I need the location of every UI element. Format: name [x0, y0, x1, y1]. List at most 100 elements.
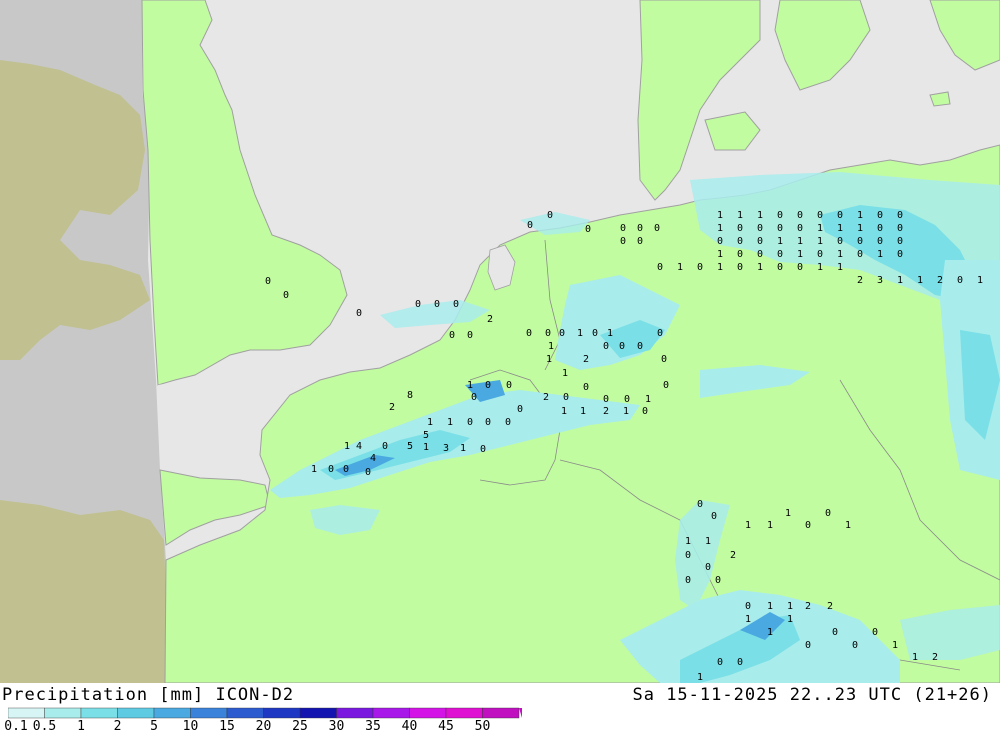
precip-value: 1: [423, 442, 429, 453]
precip-value: 1: [745, 614, 751, 625]
precip-value: 0: [583, 382, 589, 393]
precip-value: 0: [711, 511, 717, 522]
precip-value: 0: [685, 575, 691, 586]
precip-value: 0: [737, 249, 743, 260]
map-footer: Precipitation [mm] ICON-D2 Sa 15-11-2025…: [0, 683, 1000, 734]
precip-value: 1: [787, 601, 793, 612]
precip-value: 1: [757, 210, 763, 221]
precip-value: 0: [620, 223, 626, 234]
precip-value: 0: [877, 210, 883, 221]
precip-value: 0: [592, 328, 598, 339]
precip-value: 1: [717, 210, 723, 221]
precip-value: 1: [777, 236, 783, 247]
map-title: Precipitation [mm] ICON-D2: [2, 685, 295, 705]
precip-value: 1: [797, 249, 803, 260]
precip-value: 1: [311, 464, 317, 475]
color-legend-labels: 0.1 0.5 1 2 5 10 15 20 25 30 35 40 45 50: [0, 719, 520, 734]
precip-value: 0: [797, 210, 803, 221]
precip-value: 0: [832, 627, 838, 638]
precip-value: 5: [407, 441, 413, 452]
map-timestamp: Sa 15-11-2025 22..23 UTC (21+26): [632, 685, 992, 705]
precip-value: 1: [857, 210, 863, 221]
legend-swatch: [336, 707, 374, 719]
precip-value: 0: [745, 601, 751, 612]
precip-value: 3: [443, 443, 449, 454]
precip-value: 0: [480, 444, 486, 455]
precip-value: 1: [344, 441, 350, 452]
precip-value: 1: [546, 354, 552, 365]
precip-value: 1: [817, 262, 823, 273]
precip-value: 0: [697, 262, 703, 273]
precip-value: 0: [343, 464, 349, 475]
land-bornholm: [929, 91, 951, 107]
legend-swatch: [263, 707, 301, 719]
precip-value: 0: [757, 236, 763, 247]
precip-value: 0: [657, 328, 663, 339]
precip-value: 0: [797, 262, 803, 273]
legend-swatch: [190, 707, 228, 719]
precip-value: 0: [837, 236, 843, 247]
legend-swatch: [80, 707, 118, 719]
legend-label: 45: [438, 719, 454, 734]
precip-value: 0: [777, 262, 783, 273]
precip-value: 0: [737, 236, 743, 247]
precip-value: 2: [857, 275, 863, 286]
precip-value: 1: [917, 275, 923, 286]
precip-value: 0: [663, 380, 669, 391]
precipitation-map: 0000000200000001002004001400151531011000…: [0, 0, 1000, 684]
precip-value: 0: [505, 417, 511, 428]
precip-value: 0: [817, 249, 823, 260]
legend-swatch: [8, 707, 45, 719]
precip-value: 1: [447, 417, 453, 428]
precip-value: 0: [365, 467, 371, 478]
precip-value: 2: [583, 354, 589, 365]
precip-value: 2: [932, 652, 938, 663]
legend-swatch: [153, 707, 191, 719]
precip-value: 2: [389, 402, 395, 413]
precip-value: 2: [730, 550, 736, 561]
precip-value: 0: [661, 354, 667, 365]
precip-value: 1: [577, 328, 583, 339]
precip-value: 4: [356, 441, 362, 452]
precip-value: 0: [837, 210, 843, 221]
precip-value: 0: [637, 236, 643, 247]
precip-value: 0: [637, 341, 643, 352]
precip-value: 1: [717, 249, 723, 260]
precip-value: 0: [283, 290, 289, 301]
precip-value: 0: [717, 236, 723, 247]
precip-value: 1: [697, 672, 703, 683]
precip-value: 0: [777, 249, 783, 260]
precip-value: 1: [427, 417, 433, 428]
precip-value: 0: [485, 417, 491, 428]
precip-value: 1: [677, 262, 683, 273]
precip-value: 1: [897, 275, 903, 286]
precip-value: 0: [467, 417, 473, 428]
precip-value: 0: [825, 508, 831, 519]
precip-value: 1: [845, 520, 851, 531]
precip-value: 1: [548, 341, 554, 352]
legend-swatch: [117, 707, 155, 719]
precip-value: 1: [797, 236, 803, 247]
precip-value: 0: [805, 520, 811, 531]
precip-value: 0: [545, 328, 551, 339]
precip-value: 1: [580, 406, 586, 417]
precip-value: 0: [897, 236, 903, 247]
legend-label: 20: [255, 719, 272, 734]
precip-value: 0: [705, 562, 711, 573]
precip-value: 0: [852, 640, 858, 651]
precip-value: 1: [562, 368, 568, 379]
precip-value: 4: [370, 453, 376, 464]
precip-value: 0: [685, 550, 691, 561]
precip-value: 0: [637, 223, 643, 234]
precip-value: 1: [685, 536, 691, 547]
legend-label: 2: [113, 719, 122, 734]
precip-value: 2: [827, 601, 833, 612]
precip-value: 0: [585, 224, 591, 235]
legend-swatch: [44, 707, 82, 719]
precip-value: 0: [356, 308, 362, 319]
precip-value: 0: [957, 275, 963, 286]
precip-value: 0: [897, 210, 903, 221]
precip-value: 0: [620, 236, 626, 247]
legend-label: 40: [401, 719, 418, 734]
precip-value: 2: [603, 406, 609, 417]
